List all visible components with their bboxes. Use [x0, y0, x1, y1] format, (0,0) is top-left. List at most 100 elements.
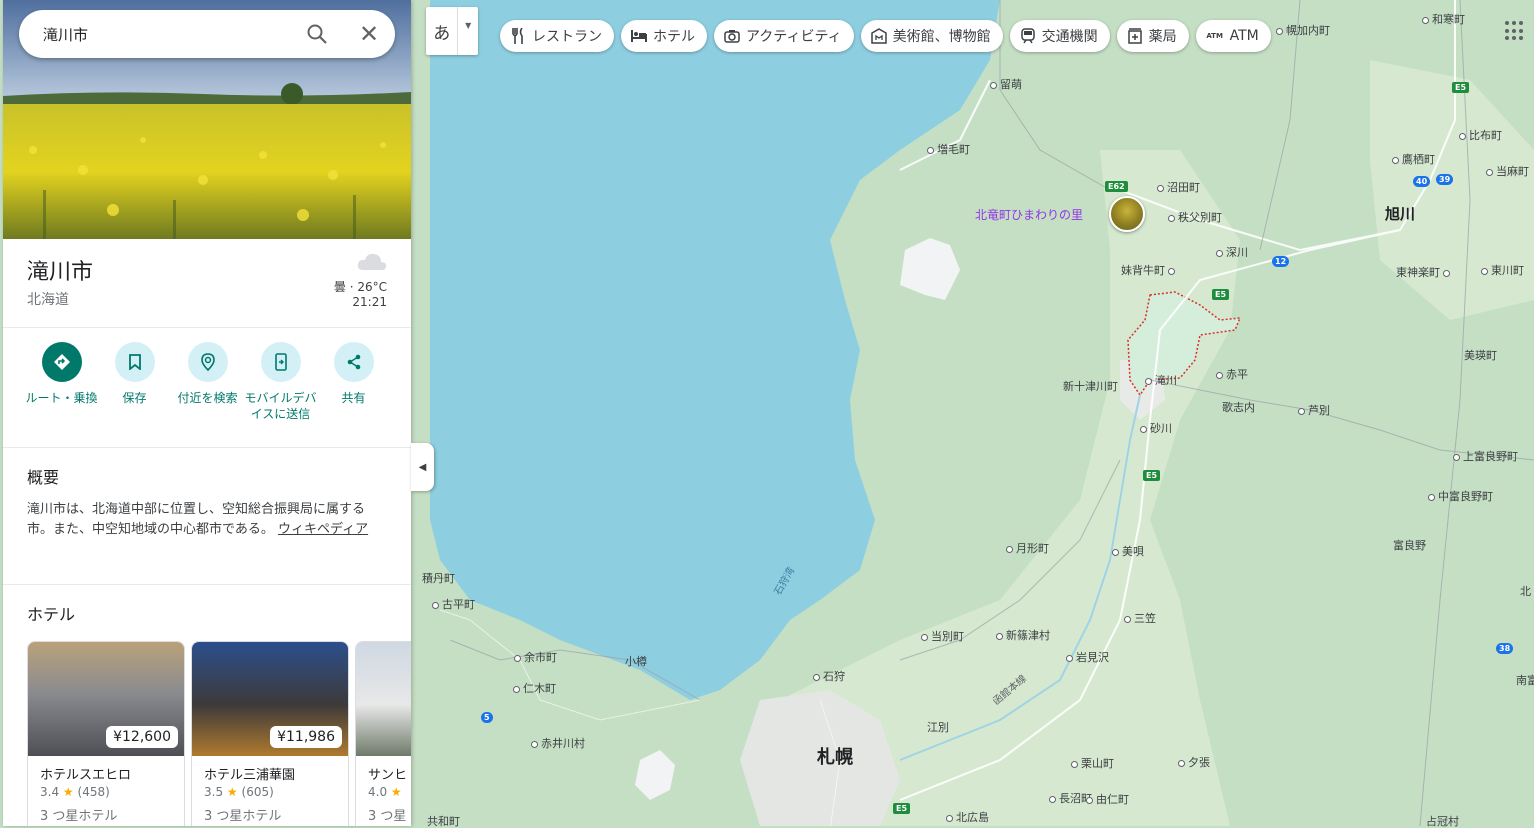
send-to-phone-icon: [260, 342, 301, 382]
route-shield: 40: [1413, 176, 1431, 187]
atm-icon: ATM: [1206, 32, 1223, 40]
map-label-akabira[interactable]: 赤平: [1216, 368, 1248, 381]
map-label-nakafurano[interactable]: 中富良野町: [1428, 490, 1493, 503]
action-label: モバイルデバイスに送信: [244, 391, 317, 421]
restaurant-icon: [510, 28, 526, 44]
map-label-horokanai[interactable]: 幌加内町: [1276, 24, 1330, 37]
close-icon[interactable]: ✕: [359, 20, 379, 48]
hotel-card[interactable]: ¥11,986 ホテル三浦華園 3.5 ★ (605) 3 つ星ホテル: [191, 641, 349, 826]
map-label-higashikawa[interactable]: 東川町: [1481, 264, 1524, 277]
ime-mode-label[interactable]: あ: [426, 7, 457, 55]
chip-activities[interactable]: アクティビティ: [714, 20, 854, 52]
map-label-furano[interactable]: 富良野: [1393, 539, 1426, 552]
map-label-niki[interactable]: 仁木町: [513, 682, 556, 695]
chip-museums[interactable]: 美術館、博物館: [860, 20, 1003, 52]
share-button[interactable]: 共有: [317, 342, 390, 422]
save-button[interactable]: 保存: [98, 342, 171, 422]
hotel-price: ¥12,600: [106, 726, 178, 748]
directions-button[interactable]: ルート・乗換: [25, 342, 98, 422]
weather-info: 曇 · 26°C 21:21: [334, 280, 387, 310]
map-label-rumoi[interactable]: 留萌: [990, 78, 1022, 91]
route-shield: 12: [1272, 256, 1290, 267]
map-label-minamifurano[interactable]: 南富: [1516, 674, 1534, 687]
map-label-akaigawa[interactable]: 赤井川村: [531, 737, 585, 750]
route-shield: E5: [1143, 470, 1161, 481]
map-label-ashibetsu[interactable]: 芦別: [1298, 404, 1330, 417]
send-to-phone-button[interactable]: モバイルデバイスに送信: [244, 342, 317, 422]
map-label-fukagawa[interactable]: 深川: [1216, 246, 1248, 259]
map-label-sapporo[interactable]: 札幌: [817, 749, 853, 767]
map-label-biei[interactable]: 美瑛町: [1464, 349, 1497, 362]
map-label-higashikagura[interactable]: 東神楽町: [1396, 266, 1453, 279]
map-label-shintotsukawa[interactable]: 新十津川町: [1063, 380, 1118, 393]
star-icon: ★: [226, 785, 238, 799]
divider: [3, 447, 411, 448]
map-label-numata[interactable]: 沼田町: [1157, 181, 1200, 194]
map-label-kuriyama[interactable]: 栗山町: [1071, 757, 1114, 770]
map-label-tsukigata[interactable]: 月形町: [1006, 542, 1049, 555]
map-label-shakotan[interactable]: 積丹町: [422, 572, 455, 585]
input-method-toggle[interactable]: あ ▼: [426, 7, 478, 55]
map-label-ebetsu[interactable]: 江別: [927, 721, 949, 734]
hotel-photo: ¥11,986: [192, 642, 348, 756]
map-poi-hokuryu-sunflower[interactable]: 北竜町ひまわりの里: [975, 209, 1083, 222]
chip-atm[interactable]: ATM ATM: [1195, 20, 1271, 52]
hotel-card[interactable]: ¥12,600 ホテルスエヒロ 3.4 ★ (458) 3 つ星ホテル: [27, 641, 185, 826]
search-box[interactable]: 滝川市 ✕: [19, 10, 395, 58]
hotel-icon: [631, 28, 647, 44]
map-label-takikawa[interactable]: 滝川: [1145, 374, 1177, 387]
action-label: 付近を検索: [177, 391, 238, 405]
map-label-yubari[interactable]: 夕張: [1178, 756, 1210, 769]
map-label-bibai[interactable]: 美唄: [1112, 545, 1144, 558]
divider: [3, 327, 411, 328]
map-label-kyowa[interactable]: 共和町: [427, 815, 460, 828]
route-shield: E62: [1105, 181, 1128, 192]
map-label-shinshinotsu[interactable]: 新篠津村: [996, 629, 1050, 642]
poi-photo-thumbnail[interactable]: [1109, 196, 1145, 232]
map-label-tobetsu[interactable]: 当別町: [921, 630, 964, 643]
place-region: 北海道: [27, 292, 69, 308]
wikipedia-link[interactable]: ウィキペディア: [278, 522, 368, 537]
chip-hotel[interactable]: ホテル: [621, 20, 707, 52]
map-label-yoichi[interactable]: 余市町: [514, 651, 557, 664]
place-title: 滝川市: [27, 260, 94, 285]
map-label-yuni[interactable]: 由仁町: [1086, 793, 1129, 806]
map-label-otaru[interactable]: 小樽: [625, 655, 647, 668]
search-icon[interactable]: [305, 22, 329, 46]
chevron-down-icon[interactable]: ▼: [457, 7, 478, 55]
map-label-iwamizawa[interactable]: 岩見沢: [1066, 651, 1109, 664]
hotel-photo: ¥12,600: [28, 642, 184, 756]
hotel-name: ホテルスエヒロ: [40, 768, 132, 783]
map-label-kitahiroshima[interactable]: 北広島: [946, 811, 989, 824]
map-label-asahikawa[interactable]: 旭川: [1385, 207, 1415, 222]
camera-icon: [724, 28, 740, 44]
map-label-kita-edge[interactable]: 北: [1520, 585, 1531, 598]
category-chips: レストラン ホテル アクティビティ 美術館、博物館 交通機関 薬局 ATM AT…: [500, 20, 1271, 52]
apps-grid-icon[interactable]: [1505, 21, 1525, 41]
collapse-panel-button[interactable]: ◀: [411, 443, 434, 491]
hotels-heading: ホテル: [27, 605, 76, 624]
hotel-card[interactable]: サンヒ 4.0 ★ 3 つ星: [355, 641, 411, 826]
route-shield: E5: [1452, 82, 1470, 93]
map-label-sunagawa[interactable]: 砂川: [1140, 422, 1172, 435]
map-label-shimukappu[interactable]: 占冠村: [1426, 815, 1459, 828]
map-label-chippubetsu[interactable]: 秩父別町: [1168, 211, 1222, 224]
nearby-search-button[interactable]: 付近を検索: [171, 342, 244, 422]
search-input[interactable]: 滝川市: [43, 24, 88, 45]
map-label-ishikari[interactable]: 石狩: [813, 670, 845, 683]
map-label-wassamu[interactable]: 和寒町: [1422, 13, 1465, 26]
map-label-takasu[interactable]: 鷹栖町: [1392, 153, 1435, 166]
map-label-toma[interactable]: 当麻町: [1486, 165, 1529, 178]
map-label-pippu[interactable]: 比布町: [1459, 129, 1502, 142]
map-label-moseushi[interactable]: 妹背牛町: [1121, 264, 1178, 277]
map-label-kamifurano[interactable]: 上富良野町: [1453, 450, 1518, 463]
chip-pharmacy[interactable]: 薬局: [1116, 20, 1189, 52]
chip-restaurant[interactable]: レストラン: [500, 20, 614, 52]
map-label-mashike[interactable]: 増毛町: [927, 143, 970, 156]
map-label-utashinai[interactable]: 歌志内: [1222, 401, 1255, 414]
chip-transit[interactable]: 交通機関: [1009, 20, 1110, 52]
star-icon: ★: [390, 785, 402, 799]
map-label-mikasa[interactable]: 三笠: [1124, 612, 1156, 625]
map-label-furubira[interactable]: 古平町: [432, 598, 475, 611]
overview-text: 滝川市は、北海道中部に位置し、空知総合振興局に属する市。また、中空知地域の中心都…: [27, 500, 389, 540]
